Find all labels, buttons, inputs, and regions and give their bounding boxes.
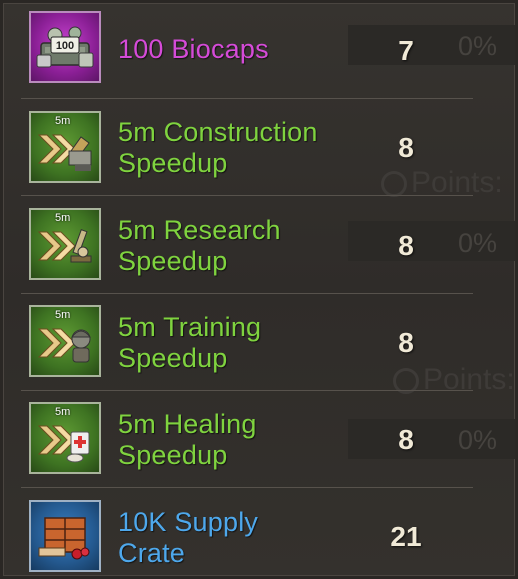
construction-speedup-item-icon[interactable]: 5m <box>29 111 101 183</box>
duration-badge: 5m <box>55 309 71 321</box>
research-speedup-item-icon[interactable]: 5m <box>29 208 101 280</box>
item-name-line1: 10K Supply <box>118 507 259 537</box>
row-divider <box>21 293 473 294</box>
item-quantity: 8 <box>398 132 414 163</box>
reward-row: 5m 5m Training Speedup 8 <box>21 295 473 391</box>
supply-crate-icon <box>38 517 90 560</box>
item-name-line1: 5m Research <box>118 215 281 245</box>
row-divider <box>21 487 473 488</box>
item-name-line1: 5m Construction <box>118 117 318 147</box>
duration-badge: 5m <box>55 115 71 127</box>
row-divider <box>21 390 473 391</box>
reward-row: 10K Supply Crate 21 <box>21 489 473 576</box>
biocaps-icon-label: 100 <box>56 40 74 52</box>
item-quantity: 8 <box>398 424 414 455</box>
item-quantity: 8 <box>398 327 414 358</box>
training-speedup-item-icon[interactable]: 5m <box>29 305 101 377</box>
healing-speedup-item-icon[interactable]: 5m <box>29 402 101 474</box>
item-quantity: 8 <box>398 230 414 261</box>
item-name-line2: Speedup <box>118 148 228 178</box>
row-divider <box>21 195 473 196</box>
item-name-line2: Speedup <box>118 246 228 276</box>
item-name-line2: Crate <box>118 538 186 568</box>
reward-row: 5m 5m Healing Speedup 8 <box>21 392 473 488</box>
item-quantity: 21 <box>390 521 422 552</box>
item-name-line2: Speedup <box>118 440 228 470</box>
reward-row: 100 100 Biocaps 7 <box>21 3 473 99</box>
item-name: 100 Biocaps <box>118 34 269 64</box>
supply-crate-item-icon[interactable] <box>29 500 101 572</box>
duration-badge: 5m <box>55 406 71 418</box>
reward-row: 5m 5m Construction Speedup 8 <box>21 100 473 196</box>
duration-badge: 5m <box>55 212 71 224</box>
item-name-line1: 5m Training <box>118 312 262 342</box>
item-name-line1: 5m Healing <box>118 409 257 439</box>
reward-row: 5m 5m Research Speedup 8 <box>21 198 473 294</box>
reward-list-panel: 0% Points: 0% Points: 0% 100 100 Biocaps… <box>3 3 515 576</box>
item-name-line2: Speedup <box>118 343 228 373</box>
biocaps-item-icon[interactable]: 100 <box>29 11 101 83</box>
item-quantity: 7 <box>398 35 414 66</box>
biocaps-icon: 100 <box>36 26 94 68</box>
row-divider <box>21 98 473 99</box>
